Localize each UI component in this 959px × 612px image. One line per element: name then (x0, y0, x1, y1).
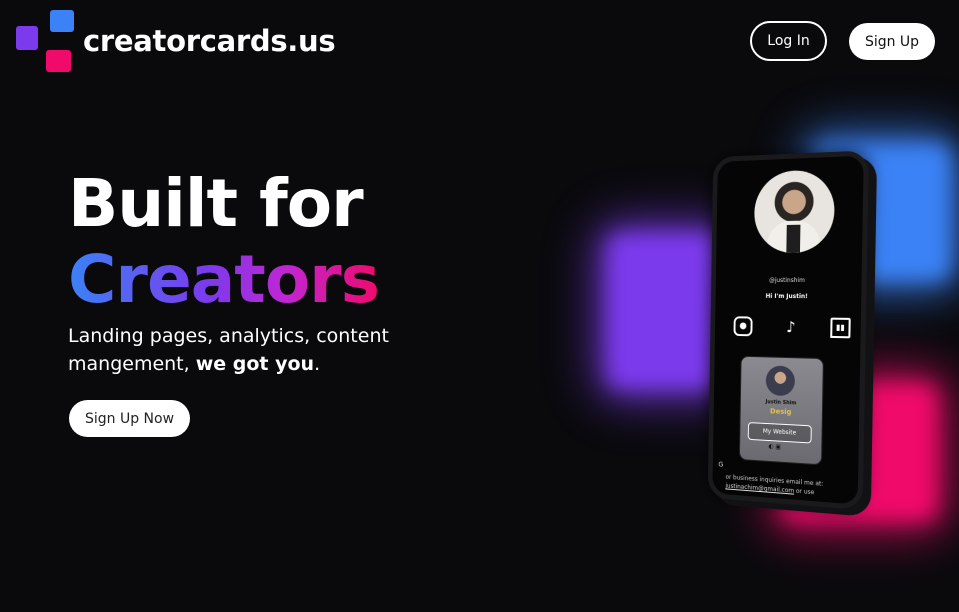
card-link-icons: ◐ ▣ (769, 443, 781, 451)
logo-square-purple (16, 26, 38, 50)
footer-tail: or use (794, 488, 814, 497)
my-website-button: My Website (748, 422, 812, 443)
card-avatar (766, 365, 795, 396)
signup-now-button[interactable]: Sign Up Now (69, 400, 190, 437)
card-role: Desig (741, 406, 822, 418)
profile-greeting: Hi I'm Justin! (716, 293, 862, 301)
tiktok-icon: ♪ (781, 317, 801, 337)
hero-subtitle-end: . (314, 353, 320, 375)
twitch-icon: ▮▮ (830, 318, 851, 339)
profile-handle: @justinshim (716, 277, 862, 284)
logo[interactable] (16, 8, 78, 76)
hero-subtitle: Landing pages, analytics, content mangem… (68, 322, 448, 378)
google-icon: G (718, 461, 723, 469)
avatar-shirt (786, 225, 800, 254)
login-button[interactable]: Log In (750, 21, 827, 61)
hero-title-line1: Built for (68, 166, 379, 242)
profile-card: Justin Shim Desig My Website ◐ ▣ (739, 356, 824, 466)
profile-avatar (754, 169, 835, 253)
instagram-icon: ● (734, 316, 753, 336)
phone-footer-text: or business inquiries email me at: justin… (725, 473, 862, 501)
hero-subtitle-bold: we got you (196, 353, 314, 375)
logo-square-pink (46, 50, 71, 72)
hero-title-line2: Creators (68, 242, 379, 318)
phone-mockup: @justinshim Hi I'm Justin! ● ♪ ▮▮ Justin… (708, 150, 869, 510)
hero-title: Built for Creators (68, 166, 379, 318)
social-icons: ● ♪ ▮▮ (734, 316, 851, 338)
brand-name[interactable]: creatorcards.us (83, 24, 335, 58)
logo-square-blue (50, 10, 74, 32)
signup-button[interactable]: Sign Up (849, 23, 935, 60)
